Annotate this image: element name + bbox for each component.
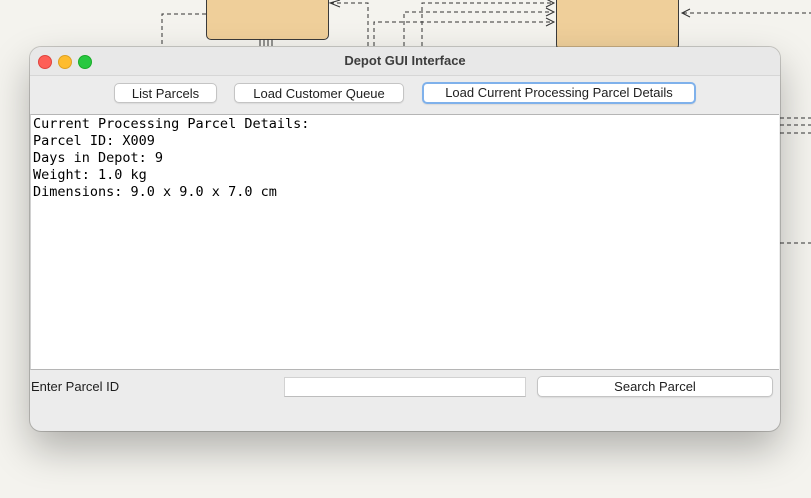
output-line: Parcel ID: X009 — [33, 133, 155, 149]
window-title: Depot GUI Interface — [344, 53, 466, 68]
list-parcels-button[interactable]: List Parcels — [114, 83, 217, 103]
app-window: Depot GUI Interface List Parcels Load Cu… — [30, 47, 780, 431]
button-toolbar: List Parcels Load Customer Queue Load Cu… — [30, 76, 780, 112]
output-line: Current Processing Parcel Details: — [33, 116, 310, 132]
output-line: Weight: 1.0 kg — [33, 167, 147, 183]
output-line: Dimensions: 9.0 x 9.0 x 7.0 cm — [33, 184, 277, 200]
parcel-id-label: Enter Parcel ID — [31, 379, 120, 394]
load-customer-queue-button[interactable]: Load Customer Queue — [234, 83, 404, 103]
title-bar: Depot GUI Interface — [30, 47, 780, 76]
output-text-area[interactable]: Current Processing Parcel Details: Parce… — [30, 114, 779, 370]
parcel-id-input[interactable] — [284, 377, 526, 397]
output-line: Days in Depot: 9 — [33, 150, 164, 166]
search-parcel-button[interactable]: Search Parcel — [537, 376, 773, 397]
load-current-parcel-button[interactable]: Load Current Processing Parcel Details — [422, 82, 696, 104]
